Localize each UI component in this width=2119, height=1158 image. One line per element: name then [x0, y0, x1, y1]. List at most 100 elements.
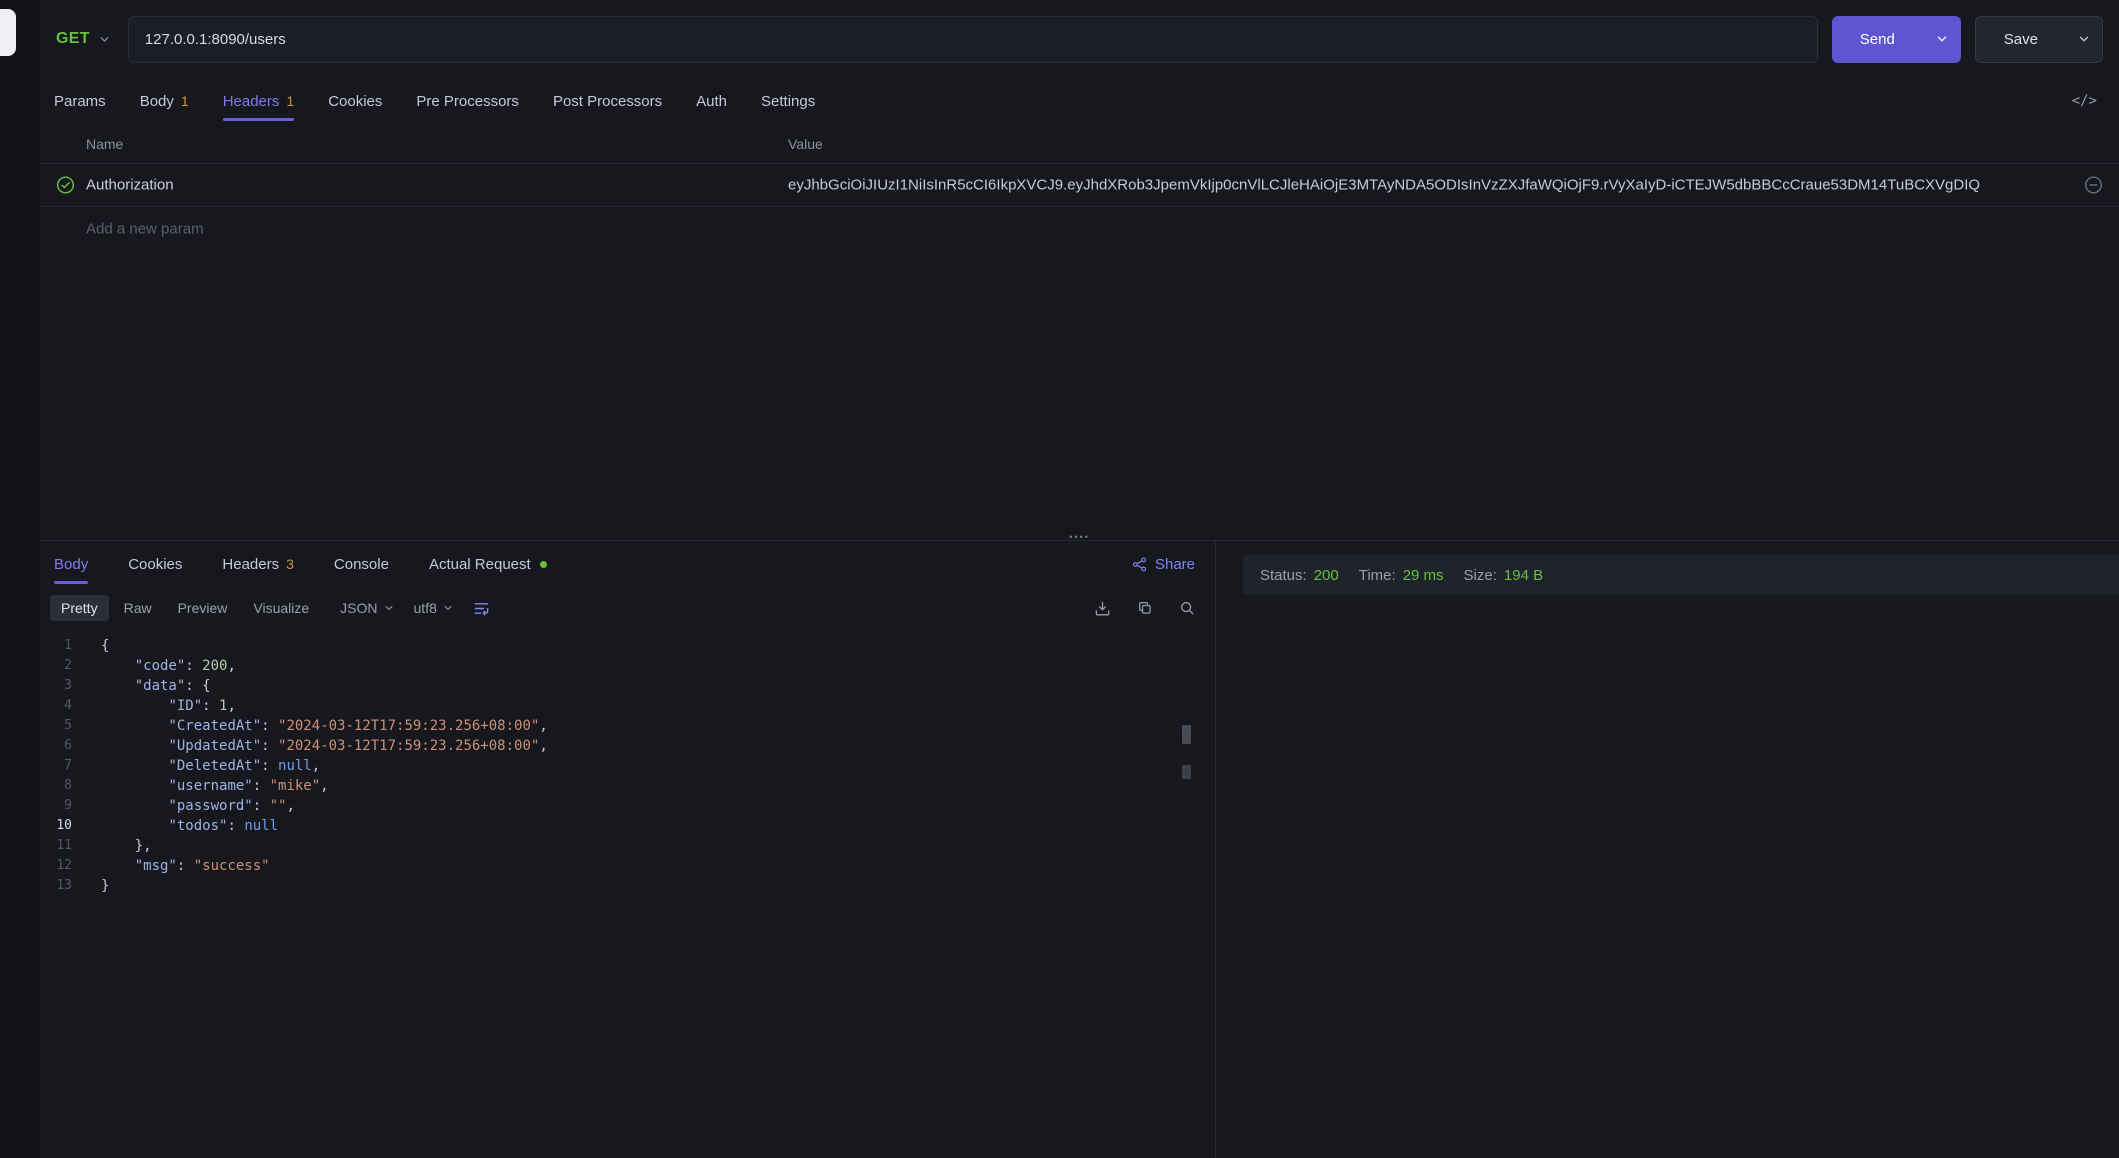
view-mode-pretty[interactable]: Pretty — [50, 595, 109, 621]
send-options-button[interactable] — [1923, 16, 1961, 63]
line-number: 1 — [40, 636, 72, 656]
tab-label: Headers — [222, 556, 279, 573]
response-tab-body[interactable]: Body — [54, 541, 88, 587]
request-panel-empty-space — [40, 251, 2119, 540]
app-root: GET Send Save Params Body 1 Headers 1 Cookies… — [0, 0, 2119, 1158]
request-tab-post-processors[interactable]: Post Processors — [553, 78, 662, 124]
code-line: 10 "todos": null — [40, 816, 1215, 836]
code-line: 4 "ID": 1, — [40, 696, 1215, 716]
line-number: 6 — [40, 736, 72, 756]
unsent-change-dot — [540, 561, 547, 568]
save-options-button[interactable] — [2066, 17, 2102, 62]
add-param-label: Add a new param — [86, 221, 204, 238]
splitter-handle[interactable] — [1069, 527, 1090, 544]
time-value: 29 ms — [1403, 567, 1444, 584]
search-icon[interactable] — [1179, 600, 1195, 616]
status-value: 200 — [1314, 567, 1339, 584]
method-select[interactable]: GET — [52, 30, 114, 48]
line-content: "todos": null — [101, 816, 278, 836]
time-label: Time: — [1359, 567, 1396, 584]
encoding-select[interactable]: utf8 — [414, 600, 453, 616]
view-mode-visualize[interactable]: Visualize — [242, 595, 320, 621]
wrap-lines-icon[interactable] — [473, 600, 490, 617]
request-bar: GET Send Save — [40, 0, 2119, 78]
request-tab-headers[interactable]: Headers 1 — [223, 78, 295, 124]
code-line: 13} — [40, 876, 1215, 896]
code-line: 5 "CreatedAt": "2024-03-12T17:59:23.256+… — [40, 716, 1215, 736]
request-tab-pre-processors[interactable]: Pre Processors — [416, 78, 519, 124]
share-label: Share — [1155, 556, 1195, 573]
line-number: 2 — [40, 656, 72, 676]
param-name: Authorization — [86, 177, 174, 194]
tab-label: Cookies — [128, 556, 182, 573]
request-tab-settings[interactable]: Settings — [761, 78, 815, 124]
share-icon — [1132, 557, 1147, 572]
response-body-panel: BodyCookiesHeaders3ConsoleActual Request… — [40, 541, 1216, 1158]
line-number: 12 — [40, 856, 72, 876]
url-input[interactable] — [128, 16, 1818, 63]
code-line: 11 }, — [40, 836, 1215, 856]
response-status-bar: Status: 200 Time: 29 ms Size: 194 B — [1243, 555, 2119, 595]
request-tab-body[interactable]: Body 1 — [140, 78, 189, 124]
response-body-code[interactable]: 1{2 "code": 200,3 "data": {4 "ID": 1,5 "… — [40, 629, 1215, 1158]
sidebar-collapse-tab[interactable] — [0, 9, 16, 56]
tab-label: Params — [54, 93, 106, 110]
chevron-down-icon — [99, 34, 110, 45]
format-select[interactable]: JSON — [340, 600, 393, 616]
tab-label: Pre Processors — [416, 93, 519, 110]
param-remove-icon[interactable] — [2084, 176, 2103, 195]
line-content: "UpdatedAt": "2024-03-12T17:59:23.256+08… — [101, 736, 548, 756]
param-enabled-check-icon[interactable] — [56, 176, 75, 195]
view-mode-list: PrettyRawPreviewVisualize — [50, 595, 320, 621]
line-number: 7 — [40, 756, 72, 776]
response-tab-headers[interactable]: Headers3 — [222, 541, 294, 587]
view-mode-preview[interactable]: Preview — [167, 595, 239, 621]
response-tab-console[interactable]: Console — [334, 541, 389, 587]
chevron-down-icon — [443, 603, 453, 613]
share-button[interactable]: Share — [1132, 556, 1201, 573]
request-tab-cookies[interactable]: Cookies — [328, 78, 382, 124]
line-number: 4 — [40, 696, 72, 716]
tab-count-badge: 1 — [286, 93, 294, 109]
header-param-row: AuthorizationeyJhbGciOiJIUzI1NiIsInR5cCI… — [40, 164, 2119, 207]
headers-table-body: AuthorizationeyJhbGciOiJIUzI1NiIsInR5cCI… — [40, 164, 2119, 207]
response-tab-actual-request[interactable]: Actual Request — [429, 541, 547, 587]
response-tabs: Body Cookies Headers3 Console Actual Request… — [40, 541, 1215, 587]
toolbar-right-icons — [1094, 600, 1205, 617]
left-rail — [0, 0, 40, 1158]
send-button[interactable]: Send — [1832, 16, 1923, 63]
code-line: 7 "DeletedAt": null, — [40, 756, 1215, 776]
line-number: 3 — [40, 676, 72, 696]
add-param-row[interactable]: Add a new param — [40, 207, 2119, 251]
line-number: 9 — [40, 796, 72, 816]
send-button-group: Send — [1832, 16, 1961, 63]
size-label: Size: — [1464, 567, 1497, 584]
response-meta-panel: Status: 200 Time: 29 ms Size: 194 B — [1216, 541, 2119, 1158]
save-button-group: Save — [1975, 16, 2103, 63]
tab-count-badge: 1 — [181, 93, 189, 109]
tab-label: Auth — [696, 93, 727, 110]
request-tab-auth[interactable]: Auth — [696, 78, 727, 124]
main-area: GET Send Save Params Body 1 Headers 1 Cookies… — [40, 0, 2119, 1158]
copy-icon[interactable] — [1137, 600, 1153, 616]
download-icon[interactable] — [1094, 600, 1111, 617]
line-content: "msg": "success" — [101, 856, 270, 876]
format-label: JSON — [340, 600, 377, 616]
request-tabs: Params Body 1 Headers 1 Cookies Pre Processors… — [40, 78, 2119, 124]
tab-label: Body — [140, 93, 174, 110]
view-mode-raw[interactable]: Raw — [113, 595, 163, 621]
tab-label: Console — [334, 556, 389, 573]
code-line: 9 "password": "", — [40, 796, 1215, 816]
code-snippet-icon[interactable]: </> — [2072, 93, 2105, 109]
tab-label: Headers — [223, 93, 280, 110]
request-tab-params[interactable]: Params — [54, 78, 106, 124]
save-button[interactable]: Save — [1976, 17, 2066, 62]
headers-table: Name Value AuthorizationeyJhbGciOiJIUzI1… — [40, 124, 2119, 251]
encoding-label: utf8 — [414, 600, 437, 616]
response-tabs-list: Body Cookies Headers3 Console Actual Request — [54, 541, 547, 587]
size-value: 194 B — [1504, 567, 1543, 584]
response-tab-cookies[interactable]: Cookies — [128, 541, 182, 587]
line-content: "DeletedAt": null, — [101, 756, 320, 776]
tab-label: Settings — [761, 93, 815, 110]
line-number: 11 — [40, 836, 72, 856]
